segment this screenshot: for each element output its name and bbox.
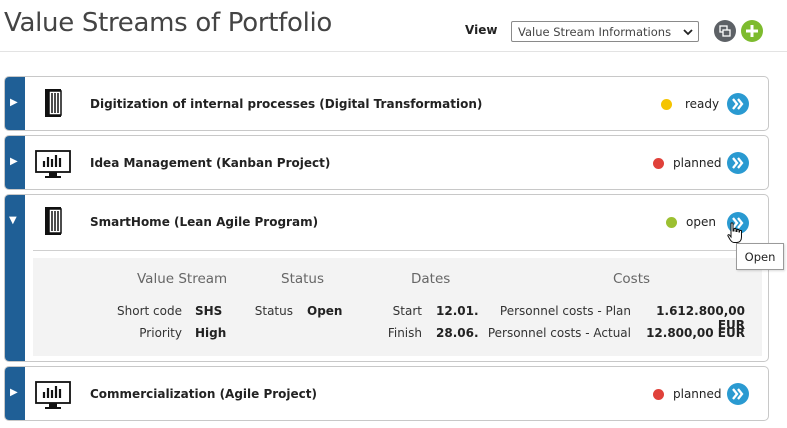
caret-right-icon: ▶ [10, 156, 18, 167]
view-select-value: Value Stream Informations [518, 24, 672, 39]
open-button[interactable] [727, 383, 749, 405]
expand-toggle[interactable]: ▶ [5, 77, 25, 130]
personnel-costs-actual-value: 12.800,00 EUR [646, 326, 745, 340]
caret-down-icon: ▼ [9, 215, 17, 226]
status-label: Status [254, 304, 293, 318]
expand-toggle[interactable]: ▶ [5, 367, 25, 420]
filter-settings-icon [719, 25, 731, 37]
status-dot [653, 389, 664, 400]
priority-value: High [195, 326, 227, 340]
hand-pointer-icon [727, 222, 742, 243]
expand-toggle[interactable]: ▼ [5, 195, 25, 361]
page-title: Value Streams of Portfolio [4, 8, 333, 38]
dates-header: Dates [411, 271, 451, 287]
value-stream-row-expanded: ▼ SmartHome (Lean Agile Program) open Va… [4, 194, 769, 362]
start-value: 12.01. [436, 304, 479, 318]
open-button[interactable] [727, 93, 749, 115]
chevron-down-icon [683, 29, 693, 36]
header-divider [0, 51, 787, 52]
item-title[interactable]: SmartHome (Lean Agile Program) [90, 215, 318, 229]
kanban-board-icon [35, 381, 71, 409]
item-title[interactable]: Commercialization (Agile Project) [90, 387, 317, 401]
view-label: View [465, 23, 498, 37]
value-stream-header: Value Stream [137, 271, 228, 287]
short-code-value: SHS [195, 304, 223, 318]
status-dot [653, 158, 664, 169]
priority-label: Priority [139, 326, 182, 340]
value-stream-row: ▶ Digitization of internal processes (Di… [4, 76, 769, 131]
value-stream-row: ▶ Idea Management (Kanban Project) plann… [4, 135, 769, 190]
value-stream-row: ▶ Commercialization (Agile Project) plan… [4, 366, 769, 421]
item-title[interactable]: Digitization of internal processes (Digi… [90, 97, 482, 111]
status-dot [661, 99, 672, 110]
details-panel: Value Stream Status Dates Costs Short co… [33, 258, 762, 356]
expand-toggle[interactable]: ▶ [5, 136, 25, 189]
status-text: planned [673, 387, 722, 401]
double-chevron-right-icon [732, 157, 744, 169]
status-text: planned [673, 156, 722, 170]
costs-header: Costs [613, 271, 651, 287]
finish-value: 28.06. [436, 326, 479, 340]
personnel-costs-plan-label: Personnel costs - Plan [499, 304, 631, 318]
double-chevron-right-icon [732, 98, 744, 110]
row-divider [33, 250, 760, 251]
filter-settings-button[interactable] [714, 20, 736, 42]
status-text: open [686, 215, 716, 229]
caret-right-icon: ▶ [10, 387, 18, 398]
kanban-board-icon [35, 150, 71, 178]
open-tooltip: Open [736, 243, 784, 270]
status-header: Status [281, 271, 325, 287]
add-button[interactable] [741, 20, 763, 42]
status-text: ready [685, 97, 720, 111]
double-chevron-right-icon [732, 388, 744, 400]
caret-right-icon: ▶ [10, 97, 18, 108]
add-icon [746, 25, 758, 37]
open-button[interactable] [727, 152, 749, 174]
personnel-costs-actual-label: Personnel costs - Actual [487, 326, 631, 340]
start-label: Start [392, 304, 422, 318]
short-code-label: Short code [117, 304, 182, 318]
book-icon [45, 89, 62, 117]
status-value: Open [307, 304, 343, 318]
view-select[interactable]: Value Stream Informations [511, 21, 699, 42]
finish-label: Finish [387, 326, 422, 340]
item-title[interactable]: Idea Management (Kanban Project) [90, 156, 330, 170]
book-icon [45, 207, 62, 235]
status-dot [666, 217, 677, 228]
